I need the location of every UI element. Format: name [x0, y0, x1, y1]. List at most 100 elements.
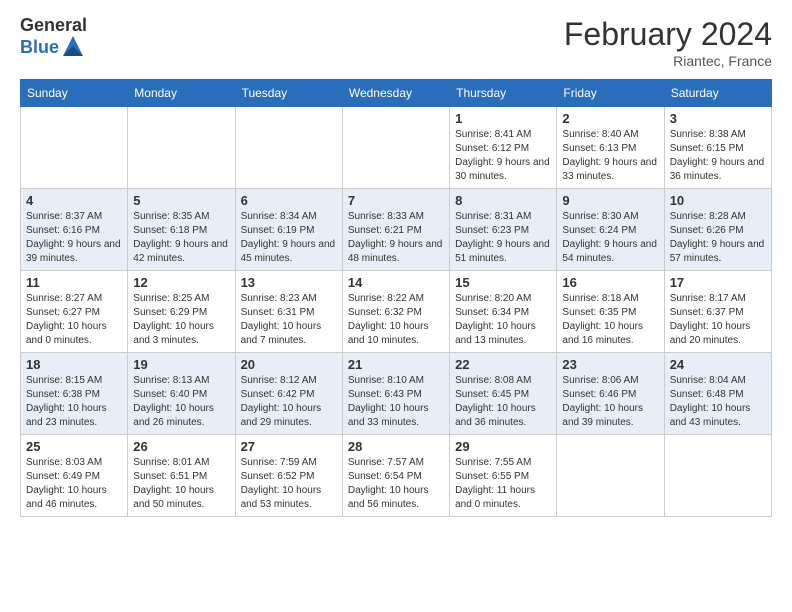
location: Riantec, France	[564, 53, 772, 69]
day-info: Sunrise: 8:30 AM Sunset: 6:24 PM Dayligh…	[562, 210, 658, 266]
logo-blue: Blue	[20, 38, 59, 58]
day-number: 15	[455, 275, 551, 290]
day-info: Sunrise: 8:18 AM Sunset: 6:35 PM Dayligh…	[562, 292, 658, 348]
table-row: 12Sunrise: 8:25 AM Sunset: 6:29 PM Dayli…	[128, 271, 235, 353]
table-row: 17 Sunrise: 8:17 AM Sunset: 6:37 PM Dayli…	[664, 271, 771, 353]
day-info: Sunrise: 7:59 AM Sunset: 6:52 PM Dayligh…	[241, 456, 337, 512]
col-tuesday: Tuesday	[235, 80, 342, 107]
table-row	[235, 107, 342, 189]
day-info: Sunrise: 8:10 AM Sunset: 6:43 PM Dayligh…	[348, 374, 444, 430]
day-number: 24	[670, 357, 766, 372]
day-info: Sunrise: 7:55 AM Sunset: 6:55 PM Dayligh…	[455, 456, 551, 512]
day-info: Sunrise: 8:35 AM Sunset: 6:18 PM Dayligh…	[133, 210, 229, 266]
day-number: 20	[241, 357, 337, 372]
table-row: 22 Sunrise: 8:08 AM Sunset: 6:45 PM Dayli…	[450, 353, 557, 435]
day-number: 3	[670, 111, 766, 126]
calendar-week-row: 11 Sunrise: 8:27 AM Sunset: 6:27 PM Dayli…	[21, 271, 772, 353]
day-number: 8	[455, 193, 551, 208]
logo: General Blue	[20, 16, 87, 60]
day-number: 17	[670, 275, 766, 290]
day-info: Sunrise: 8:33 AM Sunset: 6:21 PM Dayligh…	[348, 210, 444, 266]
table-row: 5Sunrise: 8:35 AM Sunset: 6:18 PM Daylig…	[128, 189, 235, 271]
day-info: Sunrise: 8:27 AM Sunset: 6:27 PM Dayligh…	[26, 292, 122, 348]
table-row: 1Sunrise: 8:41 AM Sunset: 6:12 PM Daylig…	[450, 107, 557, 189]
calendar-week-row: 1Sunrise: 8:41 AM Sunset: 6:12 PM Daylig…	[21, 107, 772, 189]
table-row: 11 Sunrise: 8:27 AM Sunset: 6:27 PM Dayli…	[21, 271, 128, 353]
table-row: 26Sunrise: 8:01 AM Sunset: 6:51 PM Dayli…	[128, 435, 235, 517]
table-row: 7 Sunrise: 8:33 AM Sunset: 6:21 PM Daylig…	[342, 189, 449, 271]
logo-icon	[61, 32, 85, 60]
day-info: Sunrise: 8:04 AM Sunset: 6:48 PM Dayligh…	[670, 374, 766, 430]
day-number: 16	[562, 275, 658, 290]
table-row	[21, 107, 128, 189]
col-monday: Monday	[128, 80, 235, 107]
day-info: Sunrise: 8:06 AM Sunset: 6:46 PM Dayligh…	[562, 374, 658, 430]
table-row: 6Sunrise: 8:34 AM Sunset: 6:19 PM Daylig…	[235, 189, 342, 271]
day-info: Sunrise: 8:41 AM Sunset: 6:12 PM Dayligh…	[455, 128, 551, 184]
table-row	[342, 107, 449, 189]
day-info: Sunrise: 8:23 AM Sunset: 6:31 PM Dayligh…	[241, 292, 337, 348]
day-info: Sunrise: 8:28 AM Sunset: 6:26 PM Dayligh…	[670, 210, 766, 266]
page: General Blue February 2024 Riantec, Fran…	[0, 0, 792, 612]
table-row	[664, 435, 771, 517]
table-row: 24 Sunrise: 8:04 AM Sunset: 6:48 PM Dayli…	[664, 353, 771, 435]
table-row: 14 Sunrise: 8:22 AM Sunset: 6:32 PM Dayli…	[342, 271, 449, 353]
col-wednesday: Wednesday	[342, 80, 449, 107]
table-row: 21Sunrise: 8:10 AM Sunset: 6:43 PM Dayli…	[342, 353, 449, 435]
day-info: Sunrise: 8:37 AM Sunset: 6:16 PM Dayligh…	[26, 210, 122, 266]
header: General Blue February 2024 Riantec, Fran…	[20, 16, 772, 69]
col-friday: Friday	[557, 80, 664, 107]
table-row: 23Sunrise: 8:06 AM Sunset: 6:46 PM Dayli…	[557, 353, 664, 435]
calendar-week-row: 18 Sunrise: 8:15 AM Sunset: 6:38 PM Dayli…	[21, 353, 772, 435]
table-row: 16 Sunrise: 8:18 AM Sunset: 6:35 PM Dayli…	[557, 271, 664, 353]
day-number: 9	[562, 193, 658, 208]
day-info: Sunrise: 7:57 AM Sunset: 6:54 PM Dayligh…	[348, 456, 444, 512]
title-block: February 2024 Riantec, France	[564, 16, 772, 69]
day-number: 10	[670, 193, 766, 208]
logo-text: General Blue	[20, 16, 87, 60]
day-number: 28	[348, 439, 444, 454]
calendar-week-row: 25 Sunrise: 8:03 AM Sunset: 6:49 PM Dayli…	[21, 435, 772, 517]
col-thursday: Thursday	[450, 80, 557, 107]
day-number: 2	[562, 111, 658, 126]
day-number: 25	[26, 439, 122, 454]
day-info: Sunrise: 8:12 AM Sunset: 6:42 PM Dayligh…	[241, 374, 337, 430]
day-info: Sunrise: 8:25 AM Sunset: 6:29 PM Dayligh…	[133, 292, 229, 348]
day-number: 14	[348, 275, 444, 290]
day-info: Sunrise: 8:38 AM Sunset: 6:15 PM Dayligh…	[670, 128, 766, 184]
day-info: Sunrise: 8:22 AM Sunset: 6:32 PM Dayligh…	[348, 292, 444, 348]
day-info: Sunrise: 8:08 AM Sunset: 6:45 PM Dayligh…	[455, 374, 551, 430]
table-row	[557, 435, 664, 517]
day-info: Sunrise: 8:40 AM Sunset: 6:13 PM Dayligh…	[562, 128, 658, 184]
calendar-table: Sunday Monday Tuesday Wednesday Thursday…	[20, 79, 772, 517]
day-number: 13	[241, 275, 337, 290]
day-number: 7	[348, 193, 444, 208]
table-row: 18 Sunrise: 8:15 AM Sunset: 6:38 PM Dayli…	[21, 353, 128, 435]
calendar-header-row: Sunday Monday Tuesday Wednesday Thursday…	[21, 80, 772, 107]
calendar-week-row: 4 Sunrise: 8:37 AM Sunset: 6:16 PM Daylig…	[21, 189, 772, 271]
table-row: 19Sunrise: 8:13 AM Sunset: 6:40 PM Dayli…	[128, 353, 235, 435]
table-row: 9 Sunrise: 8:30 AM Sunset: 6:24 PM Daylig…	[557, 189, 664, 271]
table-row: 4 Sunrise: 8:37 AM Sunset: 6:16 PM Daylig…	[21, 189, 128, 271]
table-row: 27Sunrise: 7:59 AM Sunset: 6:52 PM Dayli…	[235, 435, 342, 517]
table-row: 13 Sunrise: 8:23 AM Sunset: 6:31 PM Dayli…	[235, 271, 342, 353]
day-info: Sunrise: 8:03 AM Sunset: 6:49 PM Dayligh…	[26, 456, 122, 512]
day-number: 29	[455, 439, 551, 454]
col-sunday: Sunday	[21, 80, 128, 107]
table-row: 29 Sunrise: 7:55 AM Sunset: 6:55 PM Dayli…	[450, 435, 557, 517]
day-info: Sunrise: 8:20 AM Sunset: 6:34 PM Dayligh…	[455, 292, 551, 348]
day-number: 19	[133, 357, 229, 372]
table-row: 20 Sunrise: 8:12 AM Sunset: 6:42 PM Dayli…	[235, 353, 342, 435]
col-saturday: Saturday	[664, 80, 771, 107]
day-info: Sunrise: 8:01 AM Sunset: 6:51 PM Dayligh…	[133, 456, 229, 512]
day-number: 4	[26, 193, 122, 208]
day-info: Sunrise: 8:17 AM Sunset: 6:37 PM Dayligh…	[670, 292, 766, 348]
table-row: 28 Sunrise: 7:57 AM Sunset: 6:54 PM Dayli…	[342, 435, 449, 517]
day-info: Sunrise: 8:15 AM Sunset: 6:38 PM Dayligh…	[26, 374, 122, 430]
day-number: 22	[455, 357, 551, 372]
table-row: 10 Sunrise: 8:28 AM Sunset: 6:26 PM Dayli…	[664, 189, 771, 271]
day-info: Sunrise: 8:34 AM Sunset: 6:19 PM Dayligh…	[241, 210, 337, 266]
day-info: Sunrise: 8:31 AM Sunset: 6:23 PM Dayligh…	[455, 210, 551, 266]
day-number: 18	[26, 357, 122, 372]
day-number: 11	[26, 275, 122, 290]
